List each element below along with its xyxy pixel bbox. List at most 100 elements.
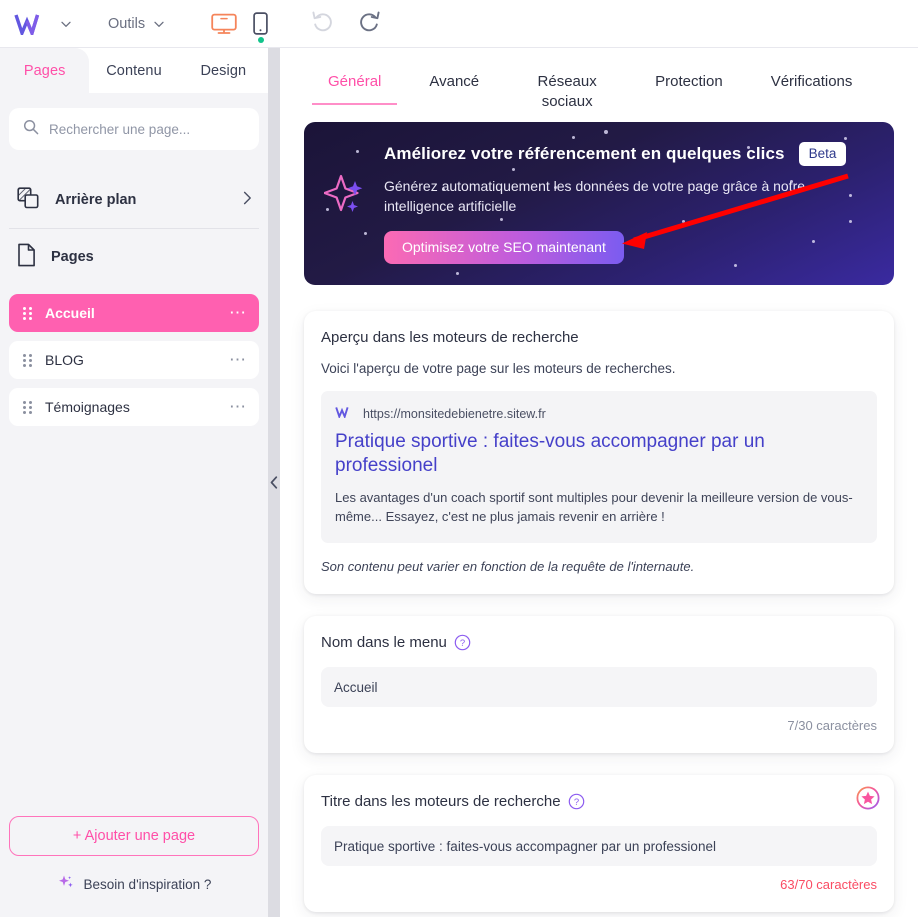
serp-description: Les avantages d'un coach sportif sont mu…: [335, 489, 853, 525]
page-item-label: BLOG: [45, 352, 84, 368]
tools-label: Outils: [108, 15, 146, 32]
desktop-view-button[interactable]: [211, 13, 237, 35]
inspiration-label: Besoin d'inspiration ?: [83, 877, 212, 892]
main-panel: Général Avancé Réseaux sociaux Protectio…: [280, 48, 918, 917]
serp-note: Son contenu peut varier en fonction de l…: [321, 559, 695, 575]
redo-button[interactable]: [358, 10, 382, 37]
top-toolbar: Outils: [0, 0, 918, 48]
search-icon: [23, 119, 39, 140]
banner-title: Améliorez votre référencement en quelque…: [384, 144, 785, 163]
document-icon: [16, 243, 37, 272]
device-preview-group: [211, 12, 268, 43]
svg-text:?: ?: [460, 638, 465, 649]
banner-title-row: Améliorez votre référencement en quelque…: [384, 142, 874, 166]
add-page-button[interactable]: + Ajouter une page: [9, 816, 259, 856]
tab-contenu-label: Contenu: [106, 62, 162, 79]
tab-pages[interactable]: Pages: [0, 48, 90, 93]
sidebar-item-pages[interactable]: Pages: [0, 229, 268, 285]
tab-avance[interactable]: Avancé: [427, 62, 481, 105]
tab-reseaux-sociaux-label: Réseaux sociaux: [537, 73, 597, 111]
sidebar-resizer[interactable]: [268, 48, 280, 917]
search-area: [0, 93, 268, 150]
help-circle-icon[interactable]: ?: [454, 634, 471, 651]
seo-title-heading: Titre dans les moteurs de recherche ?: [321, 793, 877, 810]
sitew-w-icon: [335, 405, 353, 423]
page-item-label: Témoignages: [45, 399, 130, 415]
seo-title-input[interactable]: Pratique sportive : faites-vous accompag…: [321, 826, 877, 867]
search-preview-description: Voici l'aperçu de votre page sur les mot…: [321, 361, 676, 376]
tab-contenu[interactable]: Contenu: [89, 48, 179, 93]
app-root: Outils Pages Contenu Design Rechercher u…: [0, 0, 918, 917]
page-item-menu-icon[interactable]: ⋯: [229, 351, 247, 368]
seo-title-card: Titre dans les moteurs de recherche ? Pr…: [304, 775, 894, 913]
chevron-left-icon: [270, 476, 278, 489]
page-item-label: Accueil: [45, 305, 95, 321]
optimize-seo-button[interactable]: Optimisez votre SEO maintenant: [384, 230, 624, 264]
brand-logo-group[interactable]: [14, 13, 80, 35]
menu-name-input[interactable]: Accueil: [321, 667, 877, 708]
sidebar-tabbar: Pages Contenu Design: [0, 48, 268, 93]
tab-design-label: Design: [200, 62, 247, 79]
sitew-logo-icon[interactable]: [14, 13, 50, 35]
star-dot: [734, 264, 737, 267]
serp-preview: https://monsitedebienetre.sitew.fr Prati…: [321, 391, 877, 544]
tab-pages-label: Pages: [23, 62, 66, 79]
undo-icon: [312, 11, 332, 32]
serp-url: https://monsitedebienetre.sitew.fr: [363, 407, 546, 421]
add-page-label: + Ajouter une page: [72, 828, 196, 844]
search-box[interactable]: [9, 108, 259, 150]
tab-protection-label: Protection: [655, 73, 723, 90]
search-input[interactable]: [49, 121, 245, 137]
list-item[interactable]: BLOG ⋯: [9, 341, 259, 379]
sidebar-item-pages-label: Pages: [51, 249, 94, 265]
banner-content: Améliorez votre référencement en quelque…: [304, 122, 894, 264]
drag-handle-icon[interactable]: [23, 306, 32, 320]
star-badge-icon[interactable]: [856, 786, 880, 815]
chevron-right-icon[interactable]: [243, 191, 252, 210]
redo-icon: [360, 11, 380, 32]
left-sidebar: Pages Contenu Design Rechercher une page…: [0, 48, 268, 917]
collapse-sidebar-button[interactable]: [270, 476, 278, 489]
tab-design[interactable]: Design: [178, 48, 268, 93]
list-item[interactable]: Témoignages ⋯: [9, 388, 259, 426]
undo-button[interactable]: [310, 10, 334, 37]
smartphone-icon: [253, 12, 268, 35]
settings-content: Améliorez votre référencement en quelque…: [280, 120, 918, 917]
tab-verifications[interactable]: Vérifications: [769, 62, 855, 105]
seo-title-counter: 63/70 caractères: [780, 877, 877, 893]
tab-reseaux-sociaux[interactable]: Réseaux sociaux: [525, 62, 609, 126]
inspiration-link[interactable]: Besoin d'inspiration ?: [9, 874, 259, 895]
page-list: Accueil ⋯ BLOG ⋯ Témoignages ⋯: [0, 285, 268, 426]
svg-text:?: ?: [573, 797, 578, 808]
tab-avance-label: Avancé: [429, 73, 480, 90]
drag-handle-icon[interactable]: [23, 353, 32, 367]
serp-title: Pratique sportive : faites-vous accompag…: [335, 431, 765, 477]
tools-menu[interactable]: Outils: [108, 16, 165, 32]
tab-protection[interactable]: Protection: [653, 62, 725, 105]
seo-title-label: Titre dans les moteurs de recherche: [321, 793, 561, 811]
search-preview-title: Aperçu dans les moteurs de recherche: [321, 329, 579, 346]
help-circle-icon[interactable]: ?: [568, 793, 585, 810]
mobile-view-button[interactable]: [253, 12, 268, 43]
banner-subtitle: Générez automatiquement les données de v…: [384, 178, 806, 215]
menu-name-label: Nom dans le menu: [321, 634, 447, 652]
serp-url-row: https://monsitedebienetre.sitew.fr: [335, 405, 863, 423]
tab-general[interactable]: Général: [311, 62, 398, 106]
seo-promo-banner: Améliorez votre référencement en quelque…: [304, 122, 894, 285]
settings-tabbar: Général Avancé Réseaux sociaux Protectio…: [280, 48, 918, 120]
layers-icon: [16, 186, 41, 215]
page-item-menu-icon[interactable]: ⋯: [229, 398, 247, 415]
menu-name-input-value: Accueil: [334, 679, 378, 695]
chevron-down-icon[interactable]: [60, 18, 72, 30]
tab-general-label: Général: [328, 73, 382, 90]
chevron-down-icon[interactable]: [153, 18, 165, 30]
search-preview-card: Aperçu dans les moteurs de recherche Voi…: [304, 311, 894, 595]
monitor-icon: [211, 13, 237, 34]
sidebar-footer: + Ajouter une page Besoin d'inspiration …: [0, 816, 268, 917]
workspace: Pages Contenu Design Rechercher une page…: [0, 48, 918, 917]
list-item[interactable]: Accueil ⋯: [9, 294, 259, 332]
star-dot: [456, 272, 459, 275]
page-item-menu-icon[interactable]: ⋯: [229, 304, 247, 321]
drag-handle-icon[interactable]: [23, 400, 32, 414]
sidebar-item-background[interactable]: Arrière plan: [0, 172, 268, 228]
